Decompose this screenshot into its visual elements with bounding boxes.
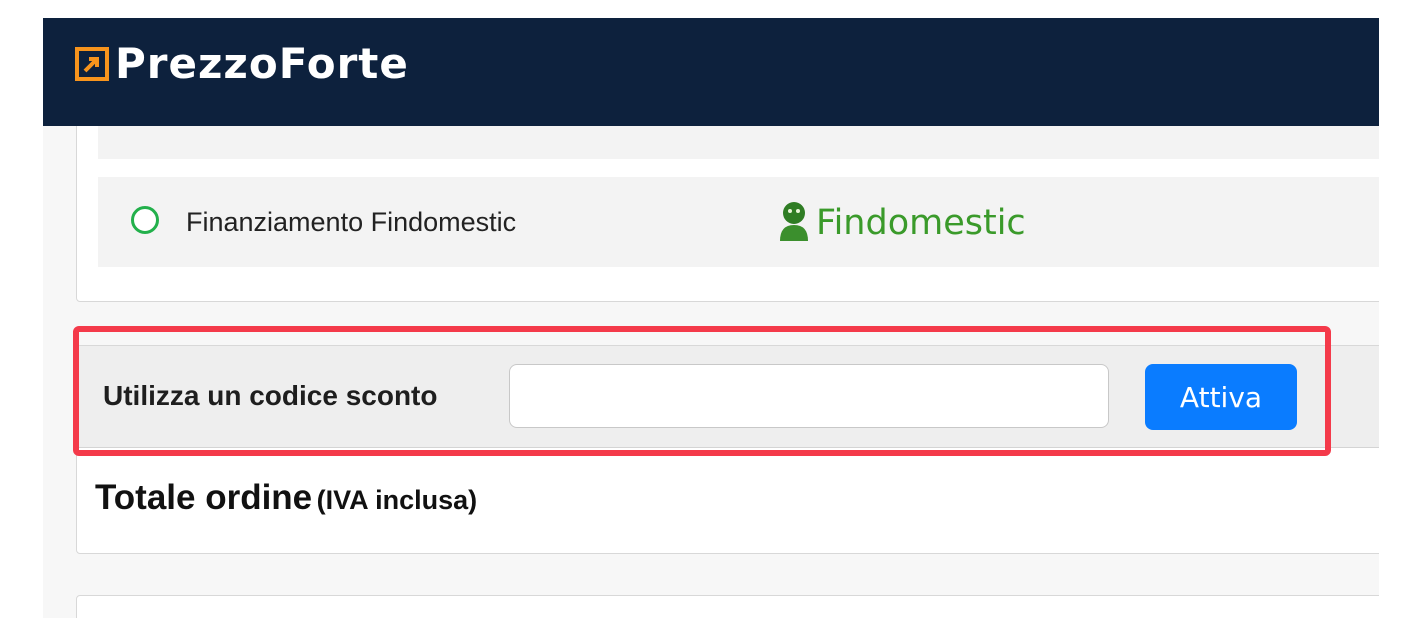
next-section-card bbox=[76, 595, 1379, 618]
order-total-heading: Totale ordine (IVA inclusa) bbox=[95, 478, 477, 525]
payment-label-findomestic: Finanziamento Findomestic bbox=[186, 207, 517, 237]
brand-name: PrezzoForte bbox=[115, 39, 409, 88]
brand-logo[interactable]: PrezzoForte bbox=[75, 42, 409, 86]
discount-code-section: Utilizza un codice sconto Attiva bbox=[77, 346, 1379, 448]
payment-option-findomestic[interactable]: Finanziamento Findomestic Findomestic bbox=[98, 177, 1379, 267]
findomestic-logo: Findomestic bbox=[774, 199, 1026, 243]
discount-code-label: Utilizza un codice sconto bbox=[103, 380, 438, 411]
discount-and-total-card: Utilizza un codice sconto Attiva Totale … bbox=[76, 345, 1379, 554]
findomestic-logo-text: Findomestic bbox=[816, 203, 1026, 243]
order-total-vat-note: (IVA inclusa) bbox=[316, 485, 478, 515]
findomestic-mascot-icon bbox=[780, 202, 808, 241]
order-total-title: Totale ordine bbox=[95, 478, 313, 517]
site-header: PrezzoForte bbox=[43, 18, 1379, 126]
arrow-box-icon bbox=[75, 47, 109, 81]
payment-radio-findomestic[interactable] bbox=[131, 206, 159, 234]
page-viewport: PrezzoForte Finanziamento Findomestic Fi… bbox=[43, 18, 1379, 618]
activate-discount-button[interactable]: Attiva bbox=[1145, 364, 1297, 430]
discount-code-input[interactable] bbox=[509, 364, 1109, 428]
